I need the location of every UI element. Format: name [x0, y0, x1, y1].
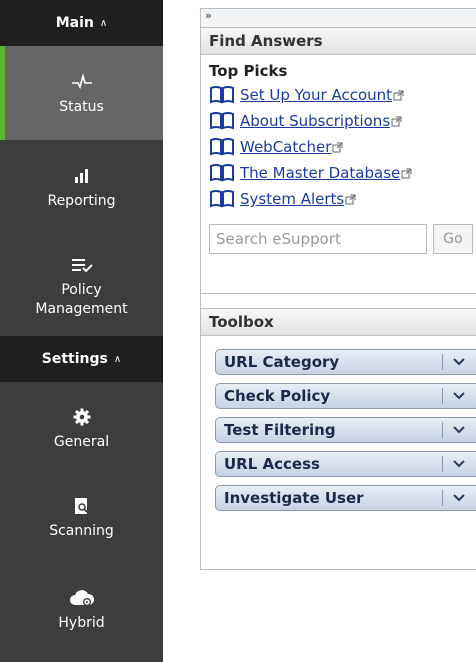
book-icon — [210, 138, 234, 156]
search-input[interactable] — [209, 224, 427, 254]
top-picks-heading: Top Picks — [209, 62, 288, 80]
nav-item-label: Policy Management — [35, 281, 128, 317]
find-answers-header: Find Answers — [201, 28, 476, 55]
dropdown-separator — [442, 354, 443, 370]
nav-item-label: Scanning — [49, 523, 114, 539]
main-section-header[interactable]: Main ∧ — [0, 0, 163, 46]
nav-item-label: General — [53, 434, 110, 450]
tool-url-category[interactable]: URL Category — [215, 349, 476, 375]
link-set-up-your-account[interactable]: Set Up Your Account — [240, 86, 392, 104]
external-link-icon — [391, 116, 402, 126]
nav-item-status[interactable]: Status — [0, 46, 163, 140]
tool-label: Check Policy — [224, 387, 331, 405]
link-system-alerts[interactable]: System Alerts — [240, 190, 344, 208]
nav-item-general[interactable]: General — [0, 382, 163, 475]
chevron-down-icon[interactable] — [448, 486, 470, 510]
cloud-gear-icon — [69, 586, 95, 610]
checklist-icon — [71, 253, 93, 277]
list-item: The Master Database — [201, 160, 476, 186]
list-item: WebCatcher — [201, 134, 476, 160]
link-about-subscriptions[interactable]: About Subscriptions — [240, 112, 390, 130]
chevron-down-icon[interactable] — [448, 350, 470, 374]
chevron-down-icon[interactable] — [448, 452, 470, 476]
list-item: System Alerts — [201, 186, 476, 212]
book-icon — [210, 86, 234, 104]
main-section-label: Main — [55, 15, 94, 31]
tool-test-filtering[interactable]: Test Filtering — [215, 417, 476, 443]
double-chevron-right-icon: » — [205, 9, 212, 22]
external-link-icon — [401, 168, 412, 178]
link-the-master-database[interactable]: The Master Database — [240, 164, 400, 182]
gear-icon — [73, 405, 91, 429]
chevron-up-icon: ∧ — [99, 17, 108, 29]
tool-label: URL Category — [224, 353, 340, 371]
dropdown-separator — [442, 388, 443, 404]
nav-item-label: Status — [59, 98, 104, 115]
nav-item-scanning[interactable]: Scanning — [0, 475, 163, 560]
list-item: Set Up Your Account — [201, 82, 476, 108]
chevron-down-icon[interactable] — [448, 384, 470, 408]
settings-section-label: Settings — [41, 351, 108, 367]
go-button[interactable]: Go — [433, 224, 473, 254]
book-icon — [210, 112, 234, 130]
left-navigation: Main ∧ Status Reporting Policy Managemen… — [0, 0, 163, 662]
dropdown-separator — [442, 422, 443, 438]
link-webcatcher[interactable]: WebCatcher — [240, 138, 331, 156]
book-icon — [210, 190, 234, 208]
dropdown-separator — [442, 490, 443, 506]
tool-label: URL Access — [224, 455, 320, 473]
dropdown-separator — [442, 456, 443, 472]
bar-chart-icon — [74, 164, 90, 188]
tool-label: Investigate User — [224, 489, 364, 507]
toolbox-section: Toolbox URL Category Check Policy Test F… — [201, 309, 476, 511]
scan-document-icon — [74, 494, 90, 518]
section-divider — [201, 294, 476, 309]
tool-label: Test Filtering — [224, 421, 336, 439]
find-answers-section: Find Answers Top Picks Set Up Your Accou… — [201, 28, 476, 294]
nav-item-label: Hybrid — [58, 615, 105, 631]
search-row: Go — [201, 212, 476, 254]
nav-item-reporting[interactable]: Reporting — [0, 140, 163, 235]
list-item: About Subscriptions — [201, 108, 476, 134]
toolbox-header: Toolbox — [201, 309, 476, 336]
nav-item-hybrid[interactable]: Hybrid — [0, 560, 163, 659]
pulse-icon — [71, 70, 93, 94]
settings-section-header[interactable]: Settings ∧ — [0, 336, 163, 382]
chevron-down-icon[interactable] — [448, 418, 470, 442]
external-link-icon — [345, 194, 356, 204]
support-panel: » Find Answers Top Picks Set Up Your Acc… — [200, 8, 476, 570]
nav-item-label: Reporting — [47, 193, 116, 209]
collapse-panel-button[interactable]: » — [201, 9, 476, 28]
chevron-up-icon: ∧ — [113, 353, 122, 365]
external-link-icon — [332, 142, 343, 152]
tool-url-access[interactable]: URL Access — [215, 451, 476, 477]
book-icon — [210, 164, 234, 182]
tool-investigate-user[interactable]: Investigate User — [215, 485, 476, 511]
tool-check-policy[interactable]: Check Policy — [215, 383, 476, 409]
external-link-icon — [393, 90, 404, 100]
nav-item-policy-management[interactable]: Policy Management — [0, 235, 163, 336]
